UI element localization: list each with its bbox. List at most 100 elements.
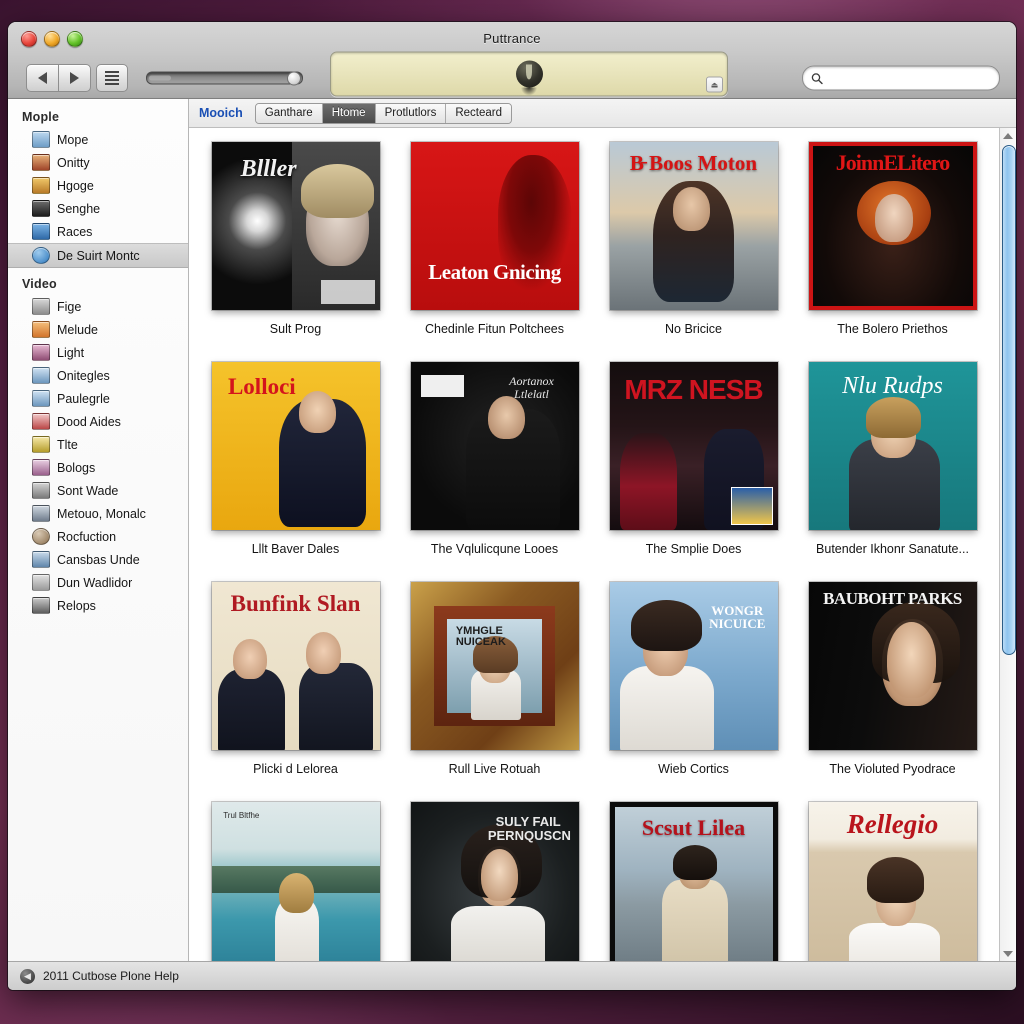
- slider-knob[interactable]: [287, 71, 301, 86]
- album-cover[interactable]: WONGR NICUICE: [609, 582, 778, 750]
- grid-item[interactable]: Bunfink Slan Plicki d Lelorea: [203, 582, 388, 802]
- scrollbar-thumb[interactable]: [1002, 145, 1016, 655]
- grid-item[interactable]: Lolloci Lllt Baver Dales: [203, 362, 388, 582]
- sidebar-item-label: Sont Wade: [57, 483, 119, 498]
- grid-item[interactable]: Nlu Rudps Butender Ikhonr Sanatute...: [800, 362, 985, 582]
- document-icon: [32, 298, 50, 315]
- album-cover[interactable]: BAUBOHT PARKS: [808, 582, 977, 750]
- image-icon: [32, 482, 50, 499]
- grid-item[interactable]: Trul Bltfhe: [203, 802, 388, 961]
- sidebar-item-label: Light: [57, 345, 85, 360]
- window-title: Puttrance: [483, 31, 541, 46]
- film-icon: [32, 200, 50, 217]
- album-cover[interactable]: Blller: [211, 142, 380, 310]
- sidebar-item-bologs[interactable]: Bologs: [8, 456, 188, 479]
- sidebar-item-metouo-monalc[interactable]: Metouo, Monalc: [8, 502, 188, 525]
- sidebar-item-dun-wadlidor[interactable]: Dun Wadlidor: [8, 571, 188, 594]
- sidebar-item-label: Fige: [57, 299, 82, 314]
- waveform-icon: [32, 413, 50, 430]
- cover-title: Bunfink Slan: [230, 591, 361, 617]
- album-caption: Lllt Baver Dales: [251, 542, 340, 556]
- sunset-icon: [32, 154, 50, 171]
- album-cover[interactable]: MRZ NESB: [609, 362, 778, 530]
- sidebar-item-onitegles[interactable]: Onitegles: [8, 364, 188, 387]
- sidebar-item-onitty[interactable]: Onitty: [8, 151, 188, 174]
- album-cover[interactable]: Scsut Lilea: [609, 802, 778, 961]
- eject-icon[interactable]: ⏏: [706, 76, 723, 93]
- grid-item[interactable]: YMHGLE NUICEAK Rull Live Rotuah: [402, 582, 587, 802]
- vertical-scrollbar[interactable]: [999, 128, 1016, 961]
- album-cover[interactable]: B̵ Boos Moton: [609, 142, 778, 310]
- sidebar-item-paulegrle[interactable]: Paulegrle: [8, 387, 188, 410]
- sidebar-item-relops[interactable]: Relops: [8, 594, 188, 617]
- cover-title: Leaton Gnicing: [428, 260, 561, 285]
- album-cover[interactable]: Bunfink Slan: [211, 582, 380, 750]
- scroll-up-arrow[interactable]: [1000, 128, 1016, 143]
- list-view-button[interactable]: [96, 64, 128, 92]
- cover-title: YMHGLE NUICEAK: [455, 624, 506, 649]
- cover-face: [487, 395, 525, 440]
- grid-item[interactable]: MRZ NESB The Smplie Does: [601, 362, 786, 582]
- back-circle-icon[interactable]: ◀: [20, 968, 35, 984]
- album-cover[interactable]: Aortanox Ltlelatl: [410, 362, 579, 530]
- album-cover[interactable]: Nlu Rudps: [808, 362, 977, 530]
- triangle-down-icon: [1003, 950, 1013, 957]
- sidebar-item-light[interactable]: Light: [8, 341, 188, 364]
- back-button[interactable]: [26, 64, 58, 92]
- sidebar-item-sont-wade[interactable]: Sont Wade: [8, 479, 188, 502]
- tab-protlutlors[interactable]: Protlutlors: [375, 103, 447, 123]
- grid-item[interactable]: JoinnELitero The Bolero Priethos: [800, 142, 985, 362]
- cover-face-overlay: [481, 849, 518, 902]
- app-logo-icon: [515, 60, 543, 88]
- search-icon: [811, 72, 823, 84]
- sidebar-item-melude[interactable]: Melude: [8, 318, 188, 341]
- grid-item[interactable]: Aortanox Ltlelatl The Vqlulicqune Looes: [402, 362, 587, 582]
- album-caption: The Smplie Does: [645, 542, 742, 556]
- album-caption: Wieb Cortics: [658, 762, 729, 776]
- album-cover[interactable]: Trul Bltfhe: [211, 802, 380, 961]
- folder-icon: [32, 344, 50, 361]
- sidebar-item-cansbas-unde[interactable]: Cansbas Unde: [8, 548, 188, 571]
- search-input[interactable]: [828, 70, 991, 86]
- sidebar-item-rocfuction[interactable]: Rocfuction: [8, 525, 188, 548]
- cover-face-left: [233, 639, 267, 680]
- grid-item[interactable]: Leaton Gnicing Chedinle Fitun Poltchees: [402, 142, 587, 362]
- album-cover[interactable]: Rellegio: [808, 802, 977, 961]
- navigation-buttons: [26, 64, 91, 92]
- cover-face-right: [305, 632, 341, 675]
- sidebar-item-label: Relops: [57, 598, 96, 613]
- album-cover[interactable]: YMHGLE NUICEAK: [410, 582, 579, 750]
- album-caption: No Bricice: [665, 322, 722, 336]
- sidebar-item-de-suirt-montc[interactable]: De Suirt Montc: [8, 243, 188, 268]
- grid-item[interactable]: Rellegio: [800, 802, 985, 961]
- scroll-down-arrow[interactable]: [1000, 946, 1016, 961]
- album-caption: The Bolero Priethos: [837, 322, 948, 336]
- sidebar-item-senghe[interactable]: Senghe: [8, 197, 188, 220]
- search-field[interactable]: [802, 65, 1000, 91]
- sidebar-item-hgoge[interactable]: Hgoge: [8, 174, 188, 197]
- tab-ganthare[interactable]: Ganthare: [255, 103, 323, 123]
- album-cover[interactable]: JoinnELitero: [808, 142, 977, 310]
- album-caption: Chedinle Fitun Poltchees: [425, 322, 564, 336]
- tab-recteard[interactable]: Recteard: [446, 103, 512, 123]
- sidebar-item-races[interactable]: Races: [8, 220, 188, 243]
- grid-item[interactable]: WONGR NICUICE Wieb Cortics: [601, 582, 786, 802]
- album-cover[interactable]: Leaton Gnicing: [410, 142, 579, 310]
- album-cover[interactable]: SULY FAIL PERNQUSCN: [410, 802, 579, 961]
- grid-item[interactable]: Scsut Lilea: [601, 802, 786, 961]
- volume-slider[interactable]: [146, 71, 303, 86]
- cover-face-overlay: [887, 622, 937, 698]
- album-cover[interactable]: Lolloci: [211, 362, 380, 530]
- grid-item[interactable]: SULY FAIL PERNQUSCN: [402, 802, 587, 961]
- sidebar-item-fige[interactable]: Fige: [8, 295, 188, 318]
- grid-item[interactable]: Blller Sult Prog: [203, 142, 388, 362]
- sidebar-item-mope[interactable]: Mope: [8, 128, 188, 151]
- forward-button[interactable]: [58, 64, 91, 92]
- grid-item[interactable]: BAUBOHT PARKS The Violuted Pyodrace: [800, 582, 985, 802]
- sidebar-item-dood-aides[interactable]: Dood Aides: [8, 410, 188, 433]
- grid-item[interactable]: B̵ Boos Moton No Bricice: [601, 142, 786, 362]
- cover-title: Rellegio: [846, 809, 939, 840]
- cover-title: Blller: [240, 156, 297, 183]
- sidebar-item-tlte[interactable]: Tlte: [8, 433, 188, 456]
- tab-htome[interactable]: Htome: [322, 103, 376, 123]
